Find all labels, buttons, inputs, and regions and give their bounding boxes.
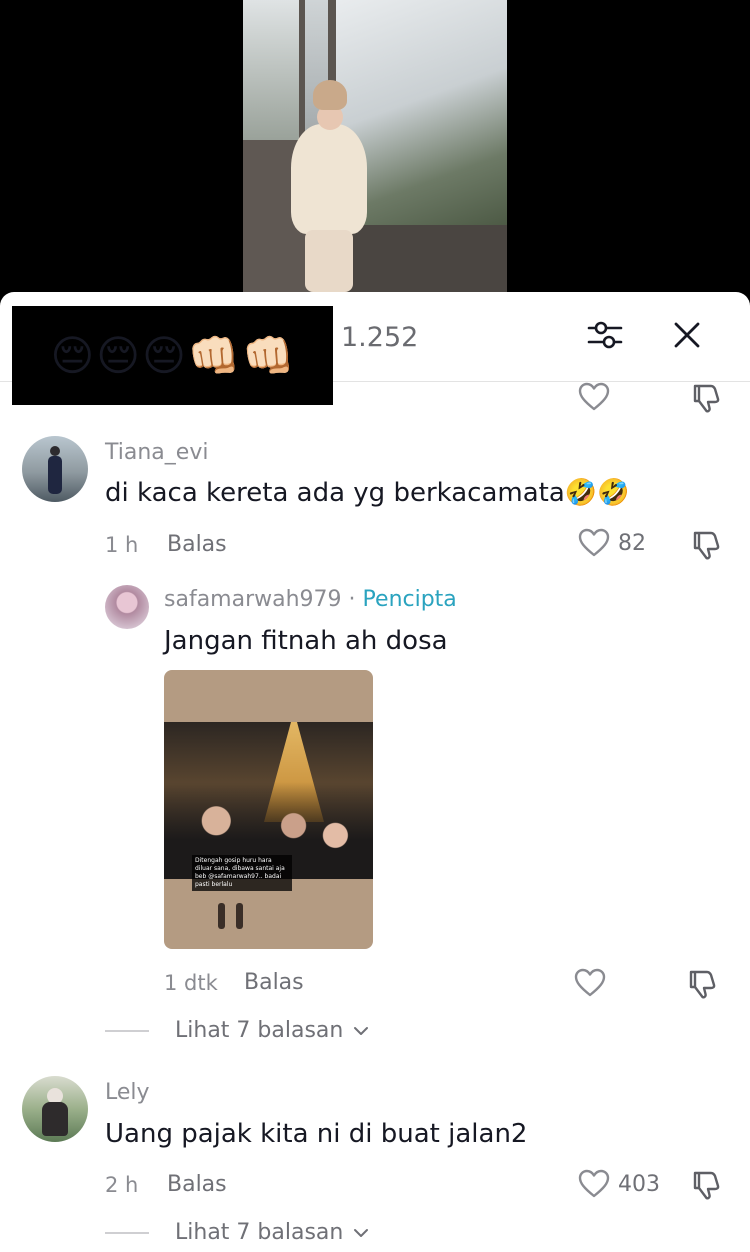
video-frame — [243, 0, 507, 292]
thumbs-down-icon[interactable] — [690, 382, 722, 418]
comment-username[interactable]: Tiana_evi — [105, 440, 208, 465]
reply-button[interactable]: Balas — [167, 532, 227, 557]
view-replies-button[interactable]: Lihat 7 balasan — [105, 1018, 369, 1043]
avatar[interactable] — [22, 1076, 88, 1142]
chevron-down-icon — [354, 1026, 369, 1035]
like-button[interactable]: 82 — [578, 528, 646, 558]
heart-outline-icon — [578, 1169, 610, 1198]
creator-badge: Pencipta — [362, 587, 457, 612]
thumbs-down-icon[interactable] — [690, 529, 722, 565]
filter-sliders-icon[interactable] — [586, 318, 624, 352]
divider-line — [105, 1029, 149, 1032]
thumbs-down-icon[interactable] — [690, 1169, 722, 1205]
divider-line — [105, 1231, 149, 1234]
image-caption: Ditengah gosip huru hara diluar sana, di… — [192, 855, 292, 891]
fist-emoji: 👊🏻 — [242, 330, 295, 380]
pensive-emoji: 😔 — [50, 330, 95, 380]
comment-username[interactable]: Lely — [105, 1080, 150, 1105]
video-preview[interactable] — [0, 0, 750, 300]
comment-time: 2 h — [105, 1173, 139, 1197]
comments-sheet: 1.252 😔 😔 😔 👊🏻 👊🏻 Tiana_evi di kaca kere… — [0, 292, 750, 1252]
view-replies-button[interactable]: Lihat 7 balasan — [105, 1220, 369, 1245]
like-button[interactable]: 403 — [578, 1169, 660, 1199]
close-icon[interactable] — [668, 316, 706, 354]
heart-outline-icon — [578, 528, 610, 557]
comment-time: 1 h — [105, 533, 139, 557]
like-count: 403 — [618, 1171, 660, 1197]
rofl-emoji: 🤣🤣 — [564, 478, 630, 508]
chevron-down-icon — [354, 1228, 369, 1237]
heart-outline-icon[interactable] — [578, 382, 610, 416]
pensive-emoji: 😔 — [96, 330, 141, 380]
avatar[interactable] — [22, 436, 88, 502]
emoji-overlay: 😔 😔 😔 👊🏻 👊🏻 — [12, 306, 333, 405]
avatar[interactable] — [105, 585, 149, 629]
comment-count: 1.252 — [341, 322, 419, 353]
fist-emoji: 👊🏻 — [187, 330, 241, 380]
video-person — [283, 80, 373, 292]
thumbs-down-icon[interactable] — [686, 968, 718, 1004]
reply-button[interactable]: Balas — [167, 1172, 227, 1197]
reply-time: 1 dtk — [164, 971, 218, 995]
reply-text: Jangan fitnah ah dosa — [164, 626, 448, 656]
attached-image[interactable]: Ditengah gosip huru hara diluar sana, di… — [164, 670, 373, 949]
reply-username[interactable]: safamarwah979 · Pencipta — [164, 587, 457, 612]
comment-text: Uang pajak kita ni di buat jalan2 — [105, 1119, 528, 1149]
pensive-emoji: 😔 — [142, 330, 186, 380]
heart-outline-icon[interactable] — [574, 968, 606, 1002]
reply-button[interactable]: Balas — [244, 970, 304, 995]
comment-text: di kaca kereta ada yg berkacamata🤣🤣 — [105, 478, 630, 508]
like-count: 82 — [618, 530, 646, 556]
